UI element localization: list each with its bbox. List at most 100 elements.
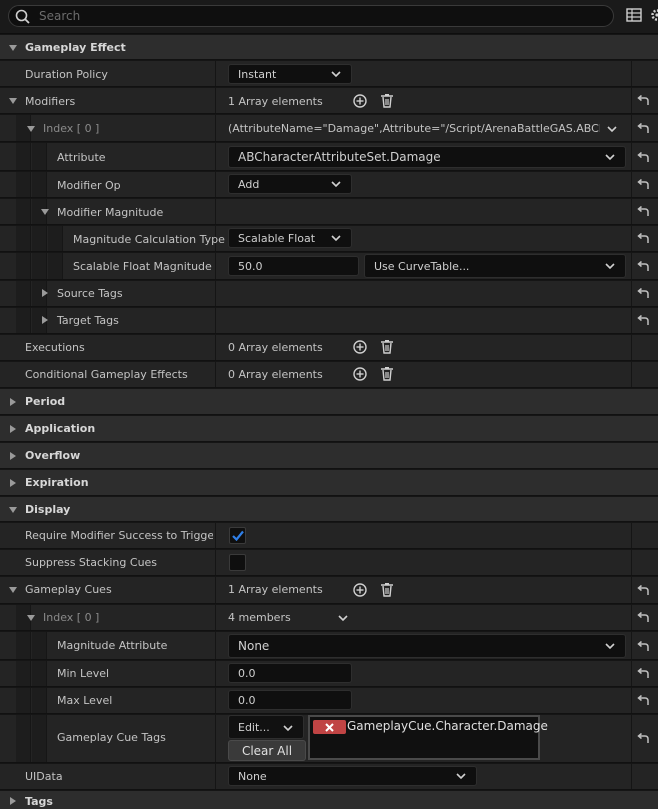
- expand-arrow-icon[interactable]: [42, 289, 48, 297]
- collapse-arrow-icon[interactable]: [9, 98, 17, 104]
- section-period[interactable]: Period: [0, 389, 658, 415]
- row-gameplay-cue-tags: Gameplay Cue Tags Edit... Clear All Game…: [0, 715, 658, 763]
- source-tags-label: Source Tags: [57, 287, 123, 300]
- reset-to-default-icon[interactable]: [636, 733, 650, 745]
- edit-tags-dropdown[interactable]: Edit...: [228, 715, 304, 739]
- row-target-tags: Target Tags: [0, 308, 658, 334]
- add-element-icon[interactable]: [353, 583, 367, 597]
- max-level-field[interactable]: 0.0: [228, 690, 352, 710]
- reset-to-default-icon[interactable]: [636, 695, 650, 707]
- chevron-down-icon: [331, 71, 341, 78]
- min-level-field[interactable]: 0.0: [228, 663, 352, 683]
- dropdown-value: Scalable Float: [238, 232, 316, 245]
- gear-icon[interactable]: [649, 7, 658, 23]
- attribute-label: Attribute: [57, 151, 106, 164]
- cue-index-members: 4 members: [228, 611, 291, 624]
- dropdown-value: Add: [238, 178, 260, 191]
- row-max-level: Max Level 0.0: [0, 688, 658, 714]
- magnitude-attribute-label: Magnitude Attribute: [57, 639, 168, 652]
- reset-to-default-icon[interactable]: [636, 641, 650, 653]
- section-expiration[interactable]: Expiration: [0, 470, 658, 496]
- reset-to-default-icon[interactable]: [636, 95, 650, 107]
- section-gameplay-effect[interactable]: Gameplay Effect: [0, 35, 658, 60]
- expand-arrow-icon[interactable]: [42, 316, 48, 324]
- modifier-op-dropdown[interactable]: Add: [228, 174, 352, 194]
- add-element-icon[interactable]: [353, 94, 367, 108]
- section-display[interactable]: Display: [0, 497, 658, 522]
- dropdown-value: Instant: [238, 68, 277, 81]
- close-icon: [325, 723, 334, 732]
- reset-to-default-icon[interactable]: [636, 612, 650, 624]
- section-title: Expiration: [25, 476, 89, 489]
- search-input[interactable]: Search: [8, 5, 614, 27]
- ui-data-label: UIData: [25, 770, 63, 783]
- row-source-tags: Source Tags: [0, 281, 658, 307]
- modifier-magnitude-label: Modifier Magnitude: [57, 206, 164, 219]
- button-label: Clear All: [241, 744, 293, 758]
- table-view-icon[interactable]: [626, 7, 642, 23]
- reset-to-default-icon[interactable]: [636, 585, 650, 597]
- attribute-dropdown[interactable]: ABCharacterAttributeSet.Damage: [228, 146, 626, 168]
- reset-to-default-icon[interactable]: [636, 206, 650, 218]
- clear-all-button[interactable]: Clear All: [228, 740, 306, 761]
- section-tags[interactable]: Tags: [0, 791, 658, 809]
- section-overflow[interactable]: Overflow: [0, 443, 658, 469]
- remove-tag-button[interactable]: [313, 720, 346, 734]
- delete-all-icon[interactable]: [380, 582, 394, 597]
- modifiers-label: Modifiers: [25, 95, 76, 108]
- collapse-arrow-icon[interactable]: [27, 615, 35, 621]
- chevron-down-icon[interactable]: [607, 126, 617, 133]
- row-magnitude-calc-type: Magnitude Calculation Type Scalable Floa…: [0, 226, 658, 252]
- add-element-icon[interactable]: [353, 340, 367, 354]
- reset-to-default-icon[interactable]: [636, 668, 650, 680]
- suppress-stacking-cues-checkbox[interactable]: [229, 554, 246, 571]
- reset-to-default-icon[interactable]: [636, 315, 650, 327]
- collapse-arrow-icon: [9, 45, 17, 51]
- reset-to-default-icon[interactable]: [636, 152, 650, 164]
- gameplay-cue-tags-label: Gameplay Cue Tags: [57, 731, 166, 744]
- collapse-arrow-icon[interactable]: [27, 126, 35, 132]
- collapse-arrow-icon: [9, 507, 17, 513]
- duration-policy-dropdown[interactable]: Instant: [228, 64, 352, 84]
- chevron-down-icon[interactable]: [338, 615, 348, 622]
- row-modifier-magnitude: Modifier Magnitude: [0, 199, 658, 225]
- delete-all-icon[interactable]: [380, 93, 394, 108]
- add-element-icon[interactable]: [353, 367, 367, 381]
- scalable-float-value-field[interactable]: 50.0: [228, 256, 359, 276]
- executions-count: 0 Array elements: [228, 341, 323, 354]
- chevron-down-icon: [331, 235, 341, 242]
- search-placeholder: Search: [39, 9, 81, 23]
- reset-to-default-icon[interactable]: [636, 123, 650, 135]
- ui-data-dropdown[interactable]: None: [228, 766, 477, 786]
- row-min-level: Min Level 0.0: [0, 661, 658, 687]
- min-level-label: Min Level: [57, 667, 110, 680]
- delete-all-icon[interactable]: [380, 339, 394, 354]
- row-scalable-float-magnitude: Scalable Float Magnitude 50.0 Use CurveT…: [0, 253, 658, 280]
- modifiers-count: 1 Array elements: [228, 95, 323, 108]
- collapse-arrow-icon[interactable]: [9, 587, 17, 593]
- checkmark-icon: [232, 530, 244, 541]
- reset-to-default-icon[interactable]: [636, 179, 650, 191]
- chevron-down-icon: [605, 643, 615, 650]
- reset-to-default-icon[interactable]: [636, 261, 650, 273]
- dropdown-value: Edit...: [238, 721, 270, 734]
- curve-table-dropdown[interactable]: Use CurveTable...: [364, 254, 626, 278]
- chevron-down-icon: [331, 181, 341, 188]
- expand-arrow-icon: [10, 425, 16, 433]
- section-application[interactable]: Application: [0, 416, 658, 442]
- chevron-down-icon: [283, 725, 293, 732]
- collapse-arrow-icon[interactable]: [41, 209, 49, 215]
- gameplay-cues-count: 1 Array elements: [228, 583, 323, 596]
- require-modifier-success-checkbox[interactable]: [229, 527, 246, 544]
- row-attribute: Attribute ABCharacterAttributeSet.Damage: [0, 143, 658, 171]
- target-tags-label: Target Tags: [57, 314, 119, 327]
- row-require-modifier-success: Require Modifier Success to Trigger...: [0, 523, 658, 549]
- field-value: 0.0: [238, 694, 256, 707]
- magnitude-attribute-dropdown[interactable]: None: [228, 634, 626, 658]
- duration-policy-label: Duration Policy: [25, 68, 108, 81]
- magnitude-calc-type-dropdown[interactable]: Scalable Float: [228, 228, 352, 248]
- tag-list: GameplayCue.Character.Damage: [308, 715, 548, 760]
- delete-all-icon[interactable]: [380, 366, 394, 381]
- reset-to-default-icon[interactable]: [636, 288, 650, 300]
- reset-to-default-icon[interactable]: [636, 233, 650, 245]
